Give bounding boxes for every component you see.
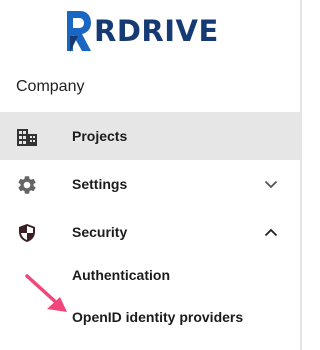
sidebar-subitem-authentication[interactable]: Authentication — [72, 267, 170, 283]
logo-mark-icon — [67, 11, 91, 52]
gear-icon — [16, 174, 38, 196]
shield-icon — [16, 222, 38, 244]
sidebar-divider — [300, 0, 302, 350]
sidebar-item-settings[interactable]: Settings — [0, 160, 300, 208]
sidebar-item-security[interactable]: Security — [0, 208, 300, 256]
company-label: Company — [16, 78, 85, 95]
chevron-up-icon[interactable] — [263, 224, 279, 240]
sidebar: RDRIVE Company Projects Settings Securit… — [0, 0, 302, 350]
sidebar-item-label: Projects — [72, 128, 128, 144]
sidebar-item-projects[interactable]: Projects — [0, 112, 300, 160]
sidebar-item-label: Settings — [72, 176, 128, 192]
chevron-down-icon[interactable] — [263, 176, 279, 192]
building-icon — [16, 126, 38, 148]
brand-name: RDRIVE — [94, 13, 219, 48]
rdrive-logo[interactable]: RDRIVE — [64, 8, 219, 54]
sidebar-item-label: Security — [72, 224, 128, 240]
sidebar-subitem-openid-identity-providers[interactable]: OpenID identity providers — [72, 309, 243, 325]
